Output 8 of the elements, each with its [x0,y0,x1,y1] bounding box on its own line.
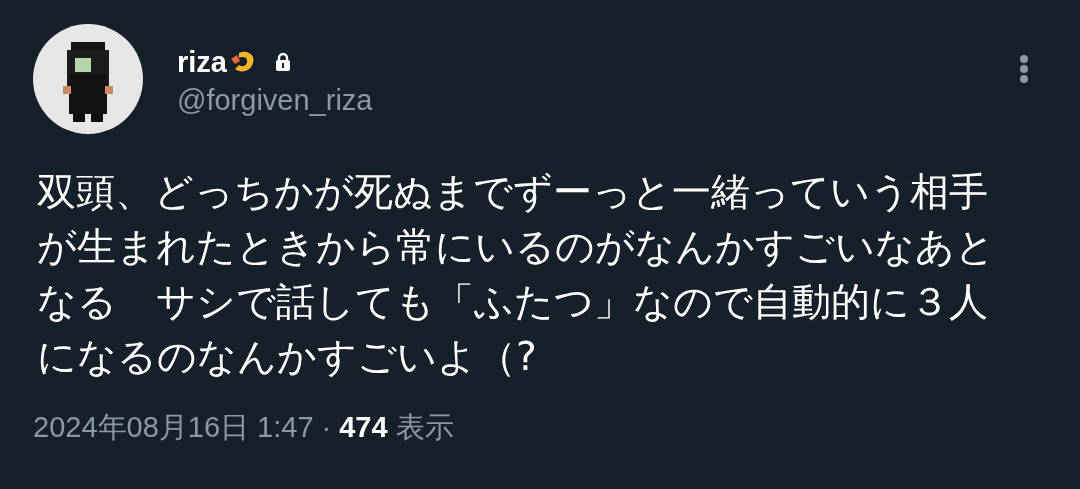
view-count: 474 [339,411,388,444]
more-options-icon[interactable] [1019,54,1029,84]
views-label: 表示 [395,410,454,445]
timestamp[interactable]: 2024年08月16日 1:47 [33,408,314,448]
post-text: 双頭、どっちかが死ぬまでずーっと一緒っていう相手が生まれたときから常にいるのがなんかすごいなあとなる サシで話しても「ふたつ」なので自動的に３人になるのなんかすごいよ（? [37,168,996,381]
separator: · [321,411,332,444]
user-handle: @forgiven_riza [177,84,373,117]
display-name: riza [177,45,227,79]
